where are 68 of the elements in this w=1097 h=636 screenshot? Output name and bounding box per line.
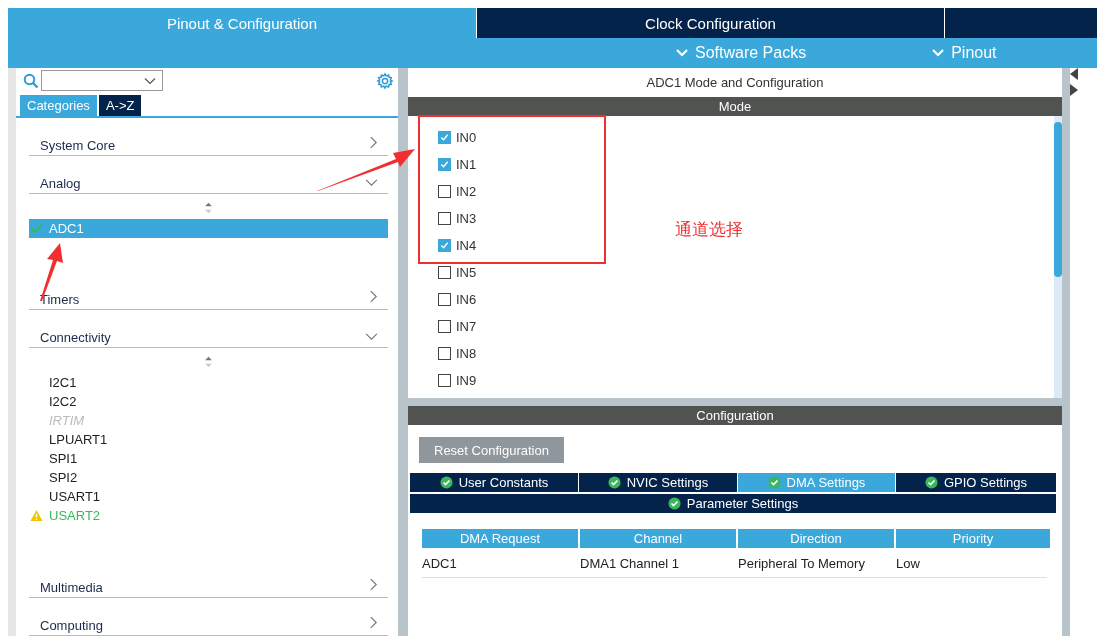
checkbox[interactable] — [438, 266, 451, 279]
peripheral-item[interactable]: LPUART1 — [29, 430, 388, 449]
section-header: Mode — [408, 97, 1062, 116]
checkbox-label[interactable]: IN2 — [456, 184, 477, 199]
peripheral-item[interactable]: USART1 — [29, 487, 388, 506]
checkbox-label[interactable]: IN4 — [456, 238, 477, 253]
settings-tab[interactable]: User Constants — [410, 473, 578, 492]
chevron-down-icon — [144, 77, 156, 85]
panel-title: ADC1 Mode and Configuration — [645, 74, 825, 92]
sort-icon[interactable] — [204, 356, 213, 368]
checkbox[interactable] — [438, 131, 451, 144]
checkbox[interactable] — [438, 185, 451, 198]
peripheral-item[interactable]: SPI2 — [29, 468, 388, 487]
category-label: System Core — [40, 138, 116, 153]
table-cell-text: Low — [896, 555, 921, 573]
check-icon — [439, 240, 450, 251]
table-cell-text: ADC1 — [422, 555, 458, 573]
checkbox[interactable] — [438, 212, 451, 225]
checkbox-label[interactable]: IN6 — [456, 292, 477, 307]
checkbox[interactable] — [438, 293, 451, 306]
search-field[interactable] — [41, 70, 163, 91]
category-header[interactable]: System Core — [29, 118, 388, 156]
settings-icon[interactable] — [376, 71, 394, 90]
check-icon — [439, 132, 450, 143]
settings-tab[interactable]: Parameter Settings — [410, 494, 1056, 513]
check-icon — [439, 159, 450, 170]
sort-icon[interactable] — [204, 202, 213, 214]
checkbox-label[interactable]: IN1 — [456, 157, 477, 172]
peripheral-item[interactable]: I2C2 — [29, 392, 388, 411]
peripheral-item[interactable]: SPI1 — [29, 449, 388, 468]
table-cell-text: DMA1 Channel 1 — [580, 555, 680, 573]
checkbox[interactable] — [438, 158, 451, 171]
collapse-arrows-icon[interactable] — [1070, 68, 1078, 98]
check-circle-icon — [607, 476, 621, 489]
check-circle-icon — [667, 497, 681, 510]
checkbox[interactable] — [438, 374, 451, 387]
check-circle-icon — [924, 476, 938, 489]
category-label: Multimedia — [40, 580, 103, 595]
table-cell-text: Peripheral To Memory — [738, 555, 866, 573]
search-icon — [23, 72, 39, 89]
checkbox-label[interactable]: IN7 — [456, 319, 477, 334]
checkbox-label[interactable]: IN5 — [456, 265, 477, 280]
tab[interactable]: Clock Configuration — [476, 8, 944, 38]
settings-tab[interactable]: GPIO Settings — [896, 473, 1056, 492]
check-circle-icon — [439, 476, 453, 489]
scrollbar[interactable] — [1054, 116, 1062, 398]
checkbox[interactable] — [438, 239, 451, 252]
checkbox[interactable] — [438, 347, 451, 360]
category-label: Timers — [40, 292, 80, 307]
checkbox-label[interactable]: IN0 — [456, 130, 477, 145]
checkbox-label[interactable]: IN8 — [456, 346, 477, 361]
category-label: Computing — [40, 618, 103, 633]
checkbox[interactable] — [438, 320, 451, 333]
settings-tab[interactable]: NVIC Settings — [579, 473, 737, 492]
category-header[interactable]: Multimedia — [29, 560, 388, 598]
view-tab[interactable]: A->Z — [98, 95, 142, 116]
check-circle-icon — [767, 476, 781, 489]
checkbox-label[interactable]: IN3 — [456, 211, 477, 226]
category-label: Connectivity — [40, 330, 111, 345]
peripheral-item[interactable]: I2C1 — [29, 373, 388, 392]
chevron-down-icon — [931, 48, 946, 58]
annotation-text: 通道选择 — [675, 218, 743, 241]
section-header: Configuration — [408, 406, 1062, 425]
checkbox-label[interactable]: IN9 — [456, 373, 477, 388]
category-header[interactable]: Connectivity — [29, 310, 388, 348]
chevron-down-icon — [675, 48, 689, 58]
category-header[interactable]: Computing — [29, 598, 388, 636]
category-label: Analog — [40, 176, 81, 191]
